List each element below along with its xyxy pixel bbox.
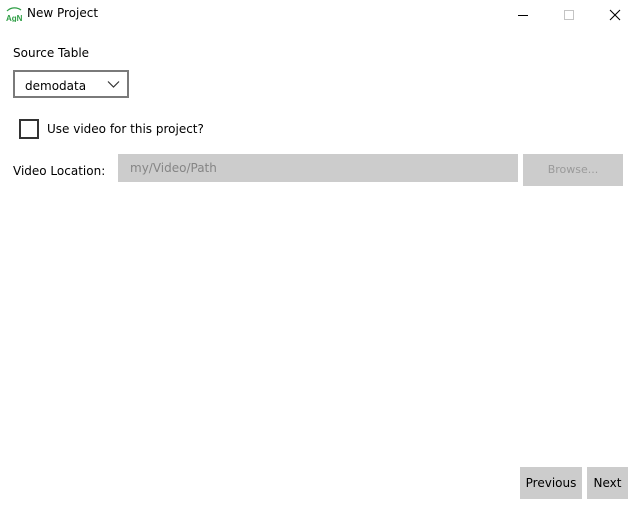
previous-button[interactable]: Previous [520, 467, 582, 499]
previous-button-label: Previous [525, 476, 577, 490]
minimize-button[interactable] [500, 0, 546, 29]
source-table-label: Source Table [13, 46, 90, 60]
window-title: New Project [27, 6, 99, 20]
chevron-down-icon [107, 81, 120, 88]
close-icon [609, 9, 621, 20]
source-table-value: demodata [25, 79, 87, 93]
agn-logo-icon: AgN [6, 7, 22, 22]
use-video-checkbox[interactable] [19, 119, 39, 139]
svg-text:AgN: AgN [6, 14, 22, 22]
close-button[interactable] [592, 0, 636, 29]
browse-button[interactable]: Browse... [523, 154, 623, 186]
next-button[interactable]: Next [587, 467, 628, 499]
video-location-label: Video Location: [13, 164, 106, 178]
video-location-value: my/Video/Path [130, 161, 217, 175]
title-bar[interactable]: AgN New Project [0, 0, 636, 29]
maximize-icon [564, 9, 574, 20]
browse-button-label: Browse... [547, 163, 599, 176]
next-button-label: Next [593, 476, 622, 490]
minimize-icon [518, 14, 528, 16]
new-project-window: AgN New Project Source Table demodata Us… [0, 0, 636, 507]
maximize-button [546, 0, 592, 29]
source-table-dropdown[interactable]: demodata [13, 70, 129, 98]
video-location-input[interactable]: my/Video/Path [118, 154, 518, 182]
use-video-label[interactable]: Use video for this project? [47, 122, 204, 136]
